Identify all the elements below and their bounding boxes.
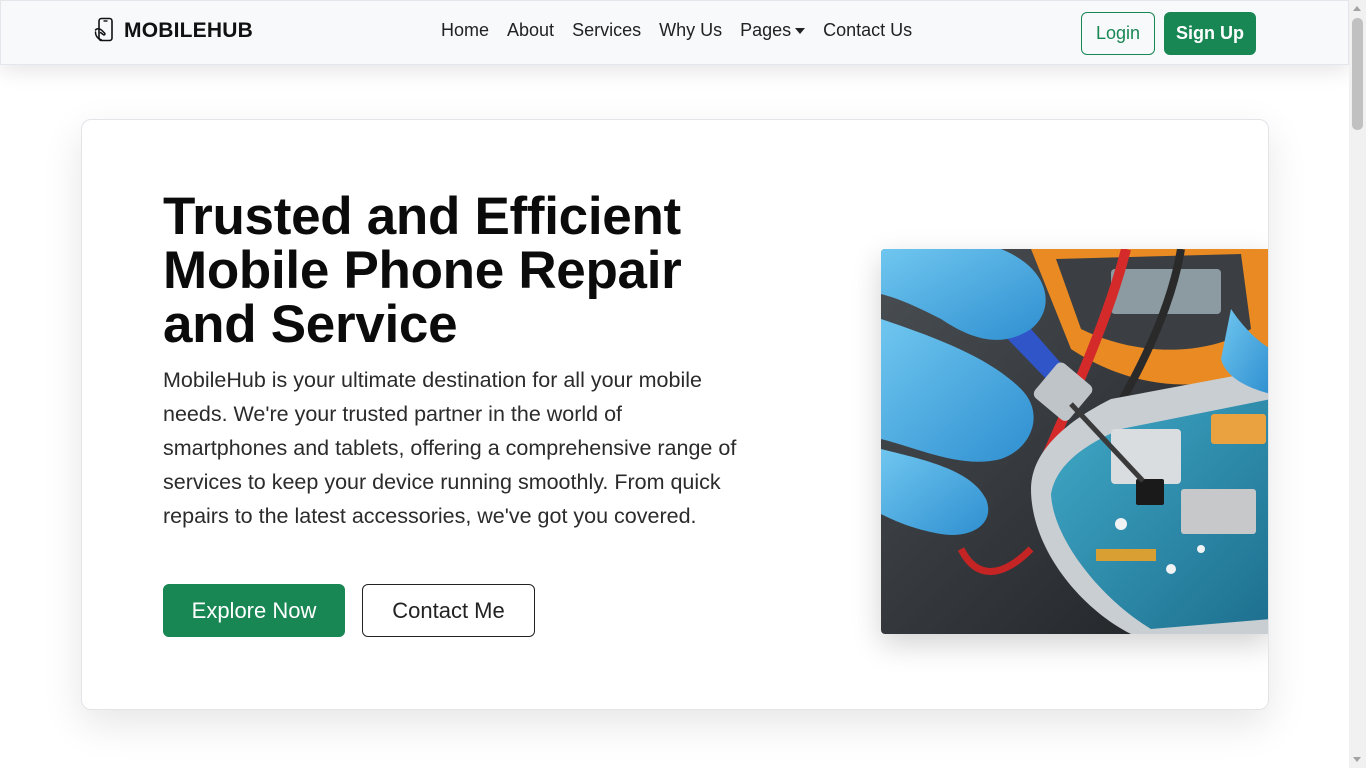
brand-logo[interactable]: MOBILEHUB [94,17,253,45]
scroll-up-arrow-icon[interactable] [1353,6,1361,11]
login-button[interactable]: Login [1081,12,1155,55]
page-scrollbar[interactable] [1349,0,1366,768]
nav-links: Home About Services Why Us Pages Contact… [432,20,921,41]
scrollbar-thumb[interactable] [1352,18,1363,130]
scroll-down-arrow-icon[interactable] [1353,757,1361,762]
contact-me-button[interactable]: Contact Me [362,584,535,637]
nav-link-services[interactable]: Services [563,20,650,41]
nav-dropdown-pages-label: Pages [740,20,792,40]
nav-dropdown-pages[interactable]: Pages [731,20,814,41]
brand-name: MOBILEHUB [124,19,253,42]
explore-now-button[interactable]: Explore Now [163,584,345,637]
hero-description: MobileHub is your ultimate destination f… [163,368,737,528]
nav-link-about[interactable]: About [498,20,563,41]
hero-title: Trusted and Efficient Mobile Phone Repai… [163,187,682,354]
hero-image-phone-repair [881,249,1268,634]
nav-link-why-us[interactable]: Why Us [650,20,731,41]
nav-link-contact-us[interactable]: Contact Us [814,20,921,41]
caret-down-icon [795,27,806,34]
phone-repair-illustration [881,249,1268,634]
signup-button[interactable]: Sign Up [1164,12,1256,55]
nav-link-home[interactable]: Home [432,20,498,41]
phone-repair-icon [94,17,113,42]
navbar: MOBILEHUB Home About Services Why Us Pag… [0,0,1349,65]
hero-card: Trusted and Efficient Mobile Phone Repai… [81,119,1269,710]
